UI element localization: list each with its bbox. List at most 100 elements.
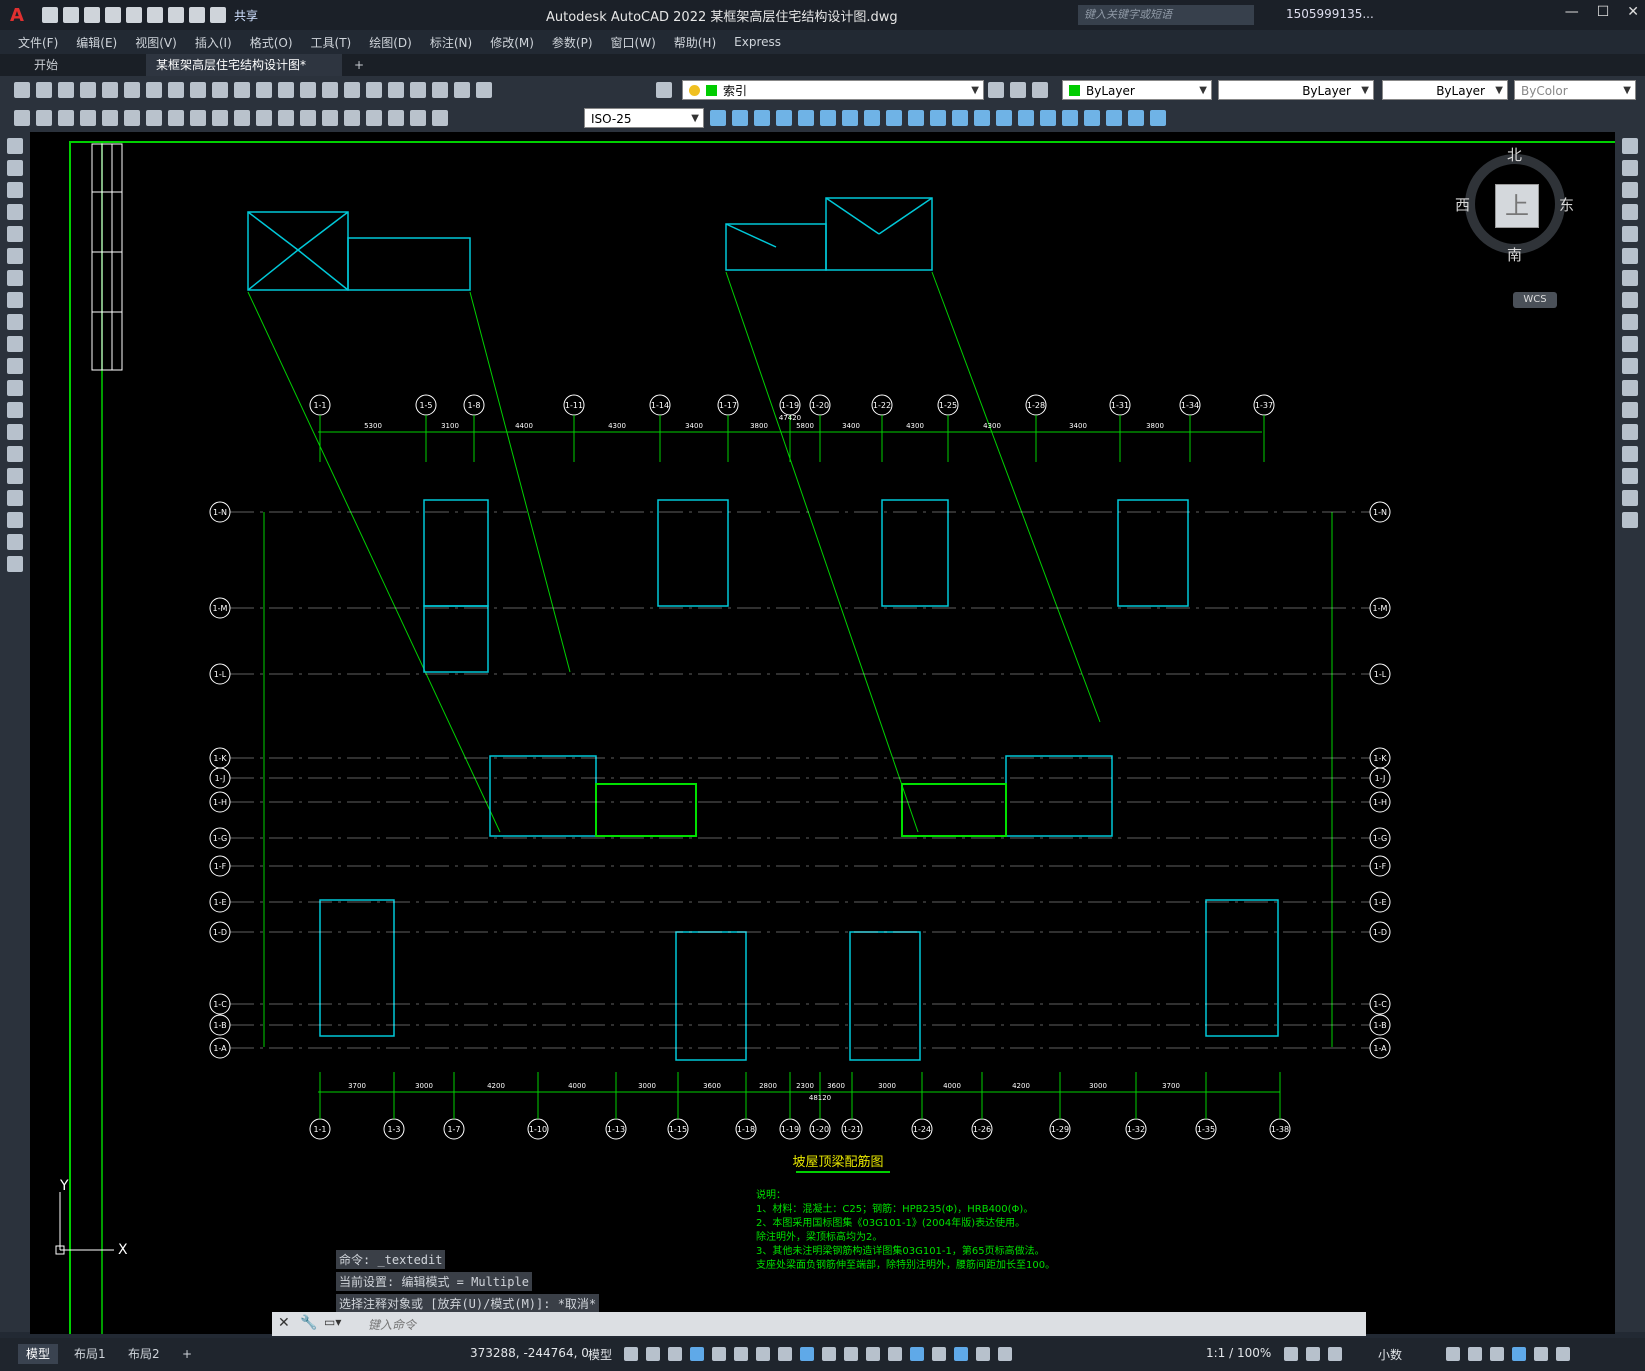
continue-dim-icon[interactable]: [234, 110, 250, 126]
zoom-window-icon[interactable]: [322, 82, 338, 98]
copy-object-icon[interactable]: [1622, 160, 1638, 176]
print-icon[interactable]: [80, 82, 96, 98]
design-center-icon[interactable]: [388, 82, 404, 98]
dynamic-ucs-icon[interactable]: [888, 1347, 902, 1361]
units-dropdown[interactable]: 小数: [1378, 1346, 1402, 1363]
close-button[interactable]: ✕: [1627, 4, 1639, 20]
mleader-icon[interactable]: [1084, 110, 1100, 126]
publish-icon[interactable]: [124, 82, 140, 98]
polyline-icon[interactable]: [7, 182, 23, 198]
array-icon[interactable]: [1622, 226, 1638, 242]
arc-icon[interactable]: [7, 248, 23, 264]
save-icon[interactable]: [84, 7, 100, 23]
lineweight-icon[interactable]: [800, 1347, 814, 1361]
block-icon[interactable]: [820, 110, 836, 126]
chamfer-icon[interactable]: [1622, 446, 1638, 462]
clip-icon[interactable]: [908, 110, 924, 126]
compass-south[interactable]: 南: [1507, 244, 1522, 265]
linetype-dropdown[interactable]: ByLayer ▼: [1218, 80, 1374, 100]
annotation-scale-icon[interactable]: [998, 1347, 1012, 1361]
undo-icon[interactable]: [189, 7, 205, 23]
hardware-acceleration-icon[interactable]: [1512, 1347, 1526, 1361]
compass-east[interactable]: 东: [1559, 194, 1574, 215]
menu-express[interactable]: Express: [734, 35, 781, 49]
multiline-text-icon[interactable]: [1062, 110, 1078, 126]
spline-icon[interactable]: [7, 314, 23, 330]
menu-parametric[interactable]: 参数(P): [552, 34, 593, 51]
snap-icon[interactable]: [646, 1347, 660, 1361]
menu-draw[interactable]: 绘图(D): [369, 34, 412, 51]
menu-format[interactable]: 格式(O): [250, 34, 293, 51]
text-icon[interactable]: [7, 534, 23, 550]
drawing-canvas[interactable]: Y X 1-1 1-5 1-8 1-11 1-14 1-17 1-19 1-20 1-22 1-2…: [30, 132, 1615, 1334]
save-icon[interactable]: [58, 82, 74, 98]
insert-block-icon[interactable]: [842, 110, 858, 126]
transparency-icon[interactable]: [822, 1347, 836, 1361]
group-icon[interactable]: [732, 110, 748, 126]
radius-dim-icon[interactable]: [102, 110, 118, 126]
tab-layout2[interactable]: 布局2: [120, 1344, 168, 1364]
tab-start[interactable]: 开始: [24, 54, 144, 76]
zoom-realtime-icon[interactable]: [300, 82, 316, 98]
lineweight-dropdown[interactable]: ByLayer ▼: [1382, 80, 1508, 100]
diameter-dim-icon[interactable]: [146, 110, 162, 126]
command-prompt-icon[interactable]: ▭▾: [324, 1315, 341, 1329]
gear-icon[interactable]: [1284, 1347, 1298, 1361]
undo-icon[interactable]: [234, 82, 250, 98]
gradient-icon[interactable]: [7, 468, 23, 484]
selection-filter-icon[interactable]: [910, 1347, 924, 1361]
isodraft-icon[interactable]: [734, 1347, 748, 1361]
cut-icon[interactable]: [146, 82, 162, 98]
paste-icon[interactable]: [190, 82, 206, 98]
help-icon[interactable]: [476, 82, 492, 98]
copy-icon[interactable]: [168, 82, 184, 98]
fillet-icon[interactable]: [1622, 468, 1638, 484]
pan-icon[interactable]: [278, 82, 294, 98]
dim-style-icon[interactable]: [710, 110, 726, 126]
menu-dimension[interactable]: 标注(N): [430, 34, 472, 51]
3d-osnap-icon[interactable]: [866, 1347, 880, 1361]
quick-dim-icon[interactable]: [190, 110, 206, 126]
mleader-align-icon[interactable]: [1128, 110, 1144, 126]
quick-properties-icon[interactable]: [1446, 1347, 1460, 1361]
sheet-set-icon[interactable]: [432, 82, 448, 98]
calculator-icon[interactable]: [454, 82, 470, 98]
ellipse-arc-icon[interactable]: [7, 358, 23, 374]
command-line[interactable]: ✕ 🔧 ▭▾ 键入命令: [272, 1312, 1366, 1336]
clean-screen-icon[interactable]: [1534, 1347, 1548, 1361]
break-point-icon[interactable]: [1622, 380, 1638, 396]
group-select-icon[interactable]: [798, 110, 814, 126]
add-layout-button[interactable]: +: [174, 1344, 200, 1364]
annotation-scale[interactable]: 1:1 / 100%: [1206, 1346, 1271, 1360]
angular-dim-icon[interactable]: [168, 110, 184, 126]
polygon-icon[interactable]: [7, 204, 23, 220]
baseline-dim-icon[interactable]: [212, 110, 228, 126]
jogged-dim-icon[interactable]: [124, 110, 140, 126]
new-tab-button[interactable]: +: [344, 54, 374, 76]
zoom-previous-icon[interactable]: [344, 82, 360, 98]
customize-menu-icon[interactable]: [1556, 1347, 1570, 1361]
center-mark-icon[interactable]: [322, 110, 338, 126]
match-properties-icon[interactable]: [212, 82, 228, 98]
user-account[interactable]: 1505999135...: [1286, 7, 1374, 21]
rotate-icon[interactable]: [1622, 270, 1638, 286]
object-snap-icon[interactable]: [778, 1347, 792, 1361]
scale-icon[interactable]: [1622, 292, 1638, 308]
close-icon[interactable]: ✕: [278, 1315, 290, 1331]
model-space-toggle[interactable]: 模型: [588, 1346, 612, 1363]
ellipse-icon[interactable]: [7, 336, 23, 352]
arc-length-icon[interactable]: [58, 110, 74, 126]
selection-cycling-icon[interactable]: [844, 1347, 858, 1361]
revcloud-icon[interactable]: [1018, 110, 1034, 126]
polar-icon[interactable]: [712, 1347, 726, 1361]
table-icon[interactable]: [1040, 110, 1056, 126]
compass-west[interactable]: 西: [1455, 194, 1470, 215]
hatch-edit-icon[interactable]: [930, 110, 946, 126]
extend-icon[interactable]: [1622, 358, 1638, 374]
erase-icon[interactable]: [1622, 138, 1638, 154]
hatch-icon[interactable]: [7, 446, 23, 462]
jogged-linear-icon[interactable]: [366, 110, 382, 126]
break-icon[interactable]: [1622, 402, 1638, 418]
save-to-web-icon[interactable]: [147, 7, 163, 23]
ordinate-dim-icon[interactable]: [80, 110, 96, 126]
